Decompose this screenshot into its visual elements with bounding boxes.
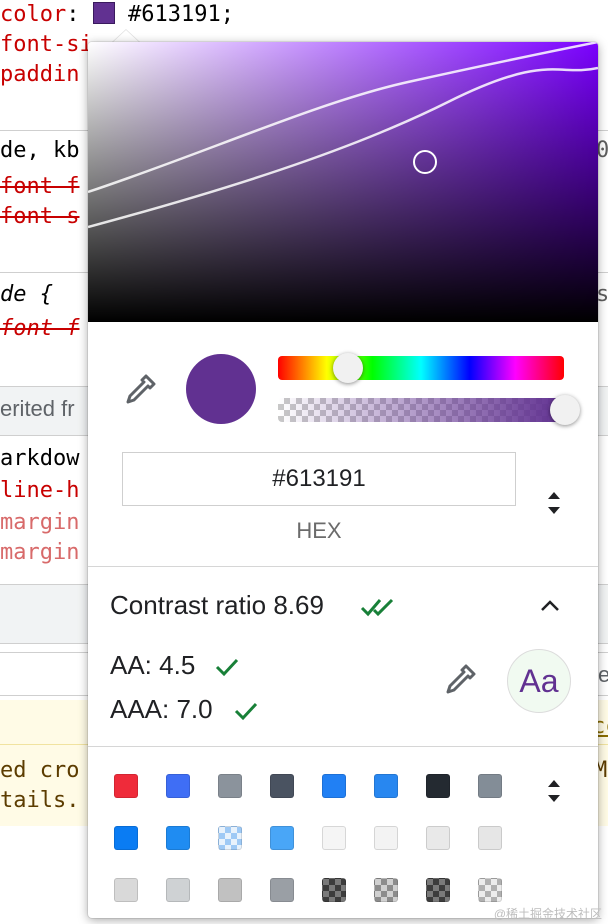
contrast-value: 8.69: [273, 590, 324, 620]
warning-text: ed cro: [0, 758, 80, 783]
contrast-label-text: Contrast ratio: [110, 590, 267, 620]
css-selector[interactable]: arkdow: [0, 444, 79, 474]
hue-slider-handle[interactable]: [333, 353, 363, 383]
palette-swatch[interactable]: [374, 878, 398, 902]
check-icon: [215, 658, 239, 677]
watermark: @稀土掘金技术社区: [493, 907, 602, 921]
contrast-sample-text: Aa: [519, 662, 559, 699]
palette-swatch[interactable]: [114, 878, 138, 902]
palette-switch-icon[interactable]: [544, 776, 564, 806]
palette-swatch[interactable]: [374, 774, 398, 798]
css-declaration-overridden[interactable]: font-f: [0, 172, 79, 202]
palette-swatch[interactable]: [218, 774, 242, 798]
palette-swatch[interactable]: [322, 774, 346, 798]
eyedropper-icon[interactable]: [122, 372, 158, 408]
background-eyedropper-icon[interactable]: [442, 662, 478, 698]
alpha-slider-handle[interactable]: [550, 395, 580, 425]
css-selector[interactable]: de, kb: [0, 136, 79, 166]
double-check-icon: [360, 598, 394, 617]
picker-divider: [88, 566, 598, 567]
palette-swatch[interactable]: [166, 878, 190, 902]
css-declaration[interactable]: paddin: [0, 60, 79, 90]
color-cursor[interactable]: [413, 150, 437, 174]
css-declaration[interactable]: margin: [0, 508, 79, 538]
picker-divider: [88, 746, 598, 747]
inherited-label: erited fr: [0, 396, 75, 421]
css-selector[interactable]: de {: [0, 280, 53, 310]
hex-input-value: #613191: [272, 465, 366, 492]
color-preview: [186, 354, 256, 424]
palette-swatch[interactable]: [426, 878, 450, 902]
alpha-slider[interactable]: [278, 398, 564, 422]
palette-swatch[interactable]: [218, 878, 242, 902]
palette-swatch[interactable]: [478, 826, 502, 850]
css-property: font-f: [0, 316, 80, 341]
format-label: HEX: [296, 518, 342, 543]
palette-swatch[interactable]: [166, 774, 190, 798]
css-property: font-s: [0, 204, 80, 229]
color-swatch[interactable]: [92, 2, 115, 24]
css-property: line-h: [0, 478, 80, 503]
format-toggle-icon[interactable]: [544, 488, 564, 518]
palette-swatch[interactable]: [270, 878, 294, 902]
selector-text: arkdow: [0, 446, 80, 471]
chevron-up-icon[interactable]: [538, 598, 562, 614]
css-declaration-overridden[interactable]: font-s: [0, 202, 79, 232]
palette-swatch[interactable]: [322, 878, 346, 902]
contrast-sample: Aa: [507, 649, 571, 713]
palette-swatch[interactable]: [478, 878, 502, 902]
palette-swatch[interactable]: [426, 774, 450, 798]
palette-swatch[interactable]: [114, 774, 138, 798]
filter-bar-text: e: [598, 662, 608, 687]
saturation-value-area[interactable]: [88, 42, 598, 322]
warning-text: tails.: [0, 788, 80, 813]
css-declaration[interactable]: margin: [0, 538, 79, 568]
check-icon: [234, 702, 258, 721]
css-declaration-color[interactable]: color: #613191;: [0, 0, 234, 30]
css-property: margin: [0, 510, 80, 535]
color-picker: #613191 HEX Contrast ratio 8.69 AA: 4.5 …: [88, 42, 598, 918]
palette-swatch[interactable]: [426, 826, 450, 850]
css-declaration[interactable]: font-si: [0, 30, 93, 60]
aaa-score: AAA: 7.0: [110, 694, 213, 724]
contrast-ratio-label[interactable]: Contrast ratio 8.69: [110, 590, 324, 621]
palette-swatch[interactable]: [374, 826, 398, 850]
palette-swatch[interactable]: [478, 774, 502, 798]
css-property: paddin: [0, 62, 80, 87]
palette-swatch[interactable]: [218, 826, 242, 850]
selector-text: de {: [0, 282, 53, 307]
palette-swatch[interactable]: [270, 774, 294, 798]
palette-swatch[interactable]: [322, 826, 346, 850]
palette-swatch[interactable]: [114, 826, 138, 850]
contrast-lines: [88, 42, 598, 229]
css-property: font-si: [0, 32, 93, 57]
palette-swatch[interactable]: [166, 826, 190, 850]
css-property: color: [0, 2, 67, 27]
hue-slider[interactable]: [278, 356, 564, 380]
css-value: #613191: [127, 2, 221, 27]
selector-text: de, kb: [0, 138, 80, 163]
hex-input[interactable]: #613191: [122, 452, 516, 506]
aa-score: AA: 4.5: [110, 650, 196, 680]
css-declaration-overridden[interactable]: font-f: [0, 314, 79, 344]
palette-swatch[interactable]: [270, 826, 294, 850]
css-property: margin: [0, 540, 80, 565]
css-property: font-f: [0, 174, 80, 199]
css-declaration[interactable]: line-h: [0, 476, 79, 506]
